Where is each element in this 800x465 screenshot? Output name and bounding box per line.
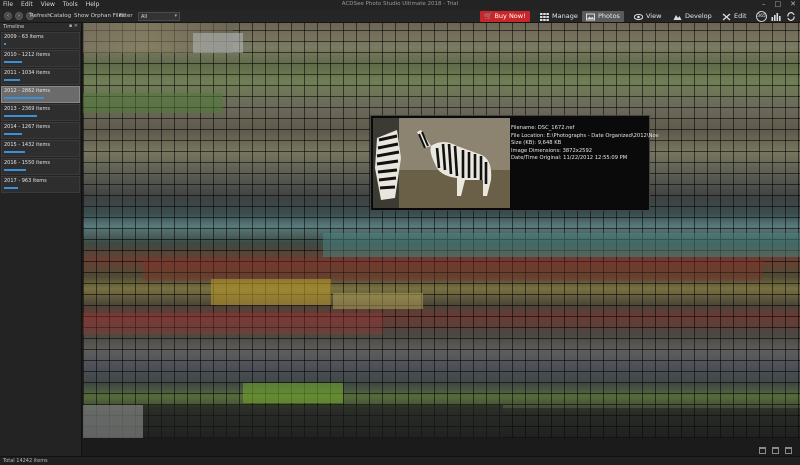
- timeline-list: 2009 - 63 items 2010 - 1212 items 2011 - 1…: [0, 32, 81, 193]
- timeline-item[interactable]: 2017 - 963 items: [1, 176, 80, 193]
- zebra-photo: [373, 118, 510, 208]
- thumbnail-cluster: [243, 383, 343, 403]
- thumbnail-cluster: [211, 279, 331, 305]
- buy-now-label: Buy Now!: [494, 12, 526, 20]
- back-icon[interactable]: ‹: [4, 12, 12, 20]
- timeline-item-bar: [4, 133, 22, 135]
- total-items: Total 14242 items: [3, 458, 48, 464]
- calendar-year-icon[interactable]: [759, 447, 766, 454]
- calendar-day-icon[interactable]: [785, 447, 792, 454]
- timeline-item-bar: [4, 115, 37, 117]
- show-orphan-files-button[interactable]: Show Orphan Files: [74, 13, 125, 19]
- mode-develop[interactable]: Develop: [671, 11, 712, 22]
- view-switcher: [759, 447, 792, 454]
- calendar-month-icon[interactable]: [772, 447, 779, 454]
- timeline-item-bar: [4, 97, 44, 99]
- timeline-item[interactable]: 2015 - 1432 items: [1, 140, 80, 157]
- mode-develop-label: Develop: [685, 12, 712, 20]
- timeline-item-bar: [4, 151, 25, 153]
- close-icon[interactable]: ✕: [74, 23, 78, 29]
- timeline-item[interactable]: 2009 - 63 items: [1, 32, 80, 49]
- timeline-item-bar: [4, 169, 26, 171]
- forward-icon[interactable]: ›: [15, 12, 23, 20]
- mode-view-label: View: [646, 12, 662, 20]
- timeline-item-bar: [4, 187, 18, 189]
- window-controls: – □ ✕: [762, 0, 796, 8]
- timeline-item-label: 2011 - 1034 items: [4, 70, 50, 76]
- thumbnail-cluster: [503, 408, 800, 438]
- mode-view[interactable]: View: [632, 11, 661, 22]
- thumbnail-cluster: [83, 405, 143, 438]
- refresh-button[interactable]: Refresh: [30, 13, 51, 19]
- maximize-icon[interactable]: □: [775, 0, 782, 8]
- timeline-item-label: 2009 - 63 items: [4, 34, 44, 40]
- timeline-item[interactable]: 2013 - 2369 items: [1, 104, 80, 121]
- eye-icon: [634, 13, 643, 20]
- timeline-pane: Timeline ▪ ✕ 2009 - 63 items 2010 - 1212 …: [0, 23, 82, 456]
- thumbnail-cluster: [323, 233, 800, 257]
- minimize-icon[interactable]: –: [762, 0, 766, 8]
- timeline-item-label: 2017 - 963 items: [4, 178, 47, 184]
- pane-controls: ▪ ✕: [69, 23, 78, 29]
- timeline-item[interactable]: 2012 - 2862 items: [1, 86, 80, 103]
- edit-icon: [722, 13, 731, 20]
- photos-icon: [586, 13, 595, 20]
- counter-badge[interactable]: 365: [756, 11, 767, 22]
- status-bar: Total 14242 items: [0, 456, 800, 465]
- timeline-item-label: 2016 - 1550 items: [4, 160, 50, 166]
- timeline-item-label: 2012 - 2862 items: [4, 88, 50, 94]
- mode-photos-label: Photos: [598, 12, 620, 20]
- title-bar: File Edit View Tools Help ACDSee Photo S…: [0, 0, 800, 10]
- preview-image: [373, 118, 510, 208]
- counter-badge-value: 365: [757, 14, 766, 19]
- timeline-item-bar: [4, 43, 6, 45]
- photo-mosaic[interactable]: [83, 23, 800, 438]
- mode-manage-label: Manage: [552, 12, 578, 20]
- timeline-item-bar: [4, 79, 20, 81]
- filter-value: All: [141, 14, 148, 20]
- timeline-item[interactable]: 2011 - 1034 items: [1, 68, 80, 85]
- mode-manage[interactable]: Manage: [538, 11, 578, 22]
- grid-icon: [540, 12, 549, 21]
- develop-icon: [673, 14, 682, 20]
- thumbnail-cluster: [333, 293, 423, 309]
- close-icon[interactable]: ✕: [790, 0, 796, 8]
- timeline-item-label: 2010 - 1212 items: [4, 52, 50, 58]
- thumbnail-cluster: [143, 259, 763, 281]
- info-location: File Location: E:\Photographs - Date Org…: [511, 132, 659, 139]
- timeline-item-label: 2013 - 2369 items: [4, 106, 50, 112]
- mode-photos[interactable]: Photos: [582, 11, 624, 22]
- timeline-title: Timeline: [3, 24, 25, 30]
- dashboard-icon[interactable]: [771, 12, 781, 21]
- timeline-item-label: 2015 - 1432 items: [4, 142, 50, 148]
- cart-icon: 🛒: [484, 12, 493, 20]
- timeline-pane-header: Timeline ▪ ✕: [0, 23, 81, 31]
- timeline-item[interactable]: 2016 - 1550 items: [1, 158, 80, 175]
- mode-edit[interactable]: Edit: [720, 11, 747, 22]
- toolbar: ‹ › ˄ Refresh Catalog Show Orphan Files …: [0, 10, 800, 23]
- thumbnail-cluster: [83, 313, 383, 335]
- thumbnail-cluster: [83, 93, 223, 113]
- timeline-item-bar: [4, 61, 22, 63]
- thumbnail-tooltip: Filename: DSC_1672.nef File Location: E:…: [370, 115, 659, 211]
- filter-label: Filter: [119, 13, 133, 19]
- info-size: Size (KB): 9,648 KB: [511, 140, 562, 146]
- catalog-button[interactable]: Catalog: [50, 13, 71, 19]
- window-title: ACDSee Photo Studio Ultimate 2018 - Tria…: [341, 1, 459, 7]
- info-datetime: Date/Time Original: 11/22/2012 12:55:09 …: [511, 155, 628, 161]
- mode-edit-label: Edit: [734, 12, 747, 20]
- timeline-item[interactable]: 2014 - 1267 items: [1, 122, 80, 139]
- file-info: Filename: DSC_1672.nef File Location: E:…: [511, 125, 659, 163]
- buy-now-button[interactable]: 🛒 Buy Now!: [480, 11, 530, 22]
- thumbnail-cluster: [193, 33, 243, 53]
- chevron-down-icon: ▾: [174, 13, 177, 19]
- info-dimensions: Image Dimensions: 3872x2592: [511, 147, 593, 154]
- info-filename: Filename: DSC_1672.nef: [511, 125, 575, 131]
- filter-dropdown[interactable]: All ▾: [138, 12, 180, 21]
- thumbnail-cluster: [83, 405, 503, 438]
- timeline-item-label: 2014 - 1267 items: [4, 124, 50, 130]
- sync-icon[interactable]: [786, 12, 796, 21]
- timeline-item[interactable]: 2010 - 1212 items: [1, 50, 80, 67]
- pin-icon[interactable]: ▪: [69, 23, 72, 29]
